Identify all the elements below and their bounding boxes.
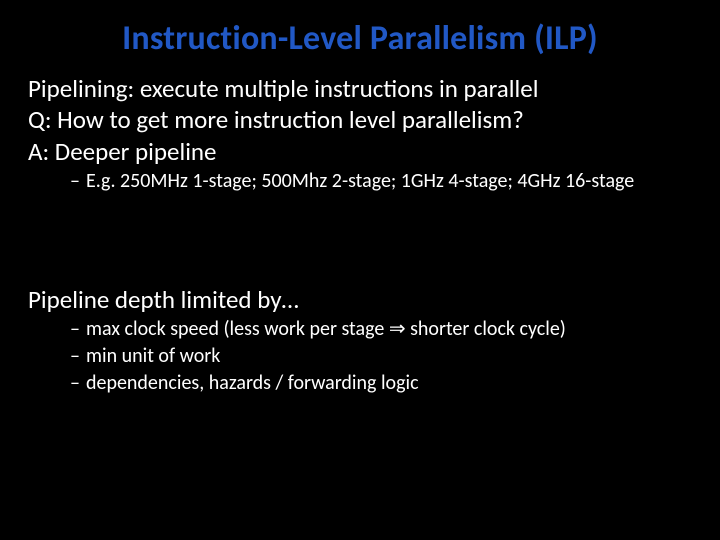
body-line-3: A: Deeper pipeline [28, 136, 692, 167]
sub2-item-1-part-b: shorter clock cycle) [406, 317, 566, 341]
spacer [28, 196, 692, 284]
slide-title: Instruction-Level Parallelism (ILP) [28, 18, 692, 59]
sub-list-1: E.g. 250MHz 1-stage; 500Mhz 2-stage; 1GH… [70, 169, 692, 194]
implies-icon: ⇒ [389, 317, 406, 341]
sub-list-2: max clock speed (less work per stage ⇒ s… [70, 317, 692, 396]
sub1-item-1: E.g. 250MHz 1-stage; 500Mhz 2-stage; 1GH… [70, 169, 692, 194]
body-line-1: Pipelining: execute multiple instruction… [28, 73, 692, 104]
sub2-item-1: max clock speed (less work per stage ⇒ s… [70, 317, 692, 342]
sub2-item-3: dependencies, hazards / forwarding logic [70, 371, 692, 396]
slide: Instruction-Level Parallelism (ILP) Pipe… [0, 0, 720, 540]
body-line-4: Pipeline depth limited by… [28, 284, 692, 315]
body-line-2: Q: How to get more instruction level par… [28, 104, 692, 135]
sub2-item-1-part-a: max clock speed (less work per stage [86, 317, 389, 341]
sub2-item-2: min unit of work [70, 344, 692, 369]
